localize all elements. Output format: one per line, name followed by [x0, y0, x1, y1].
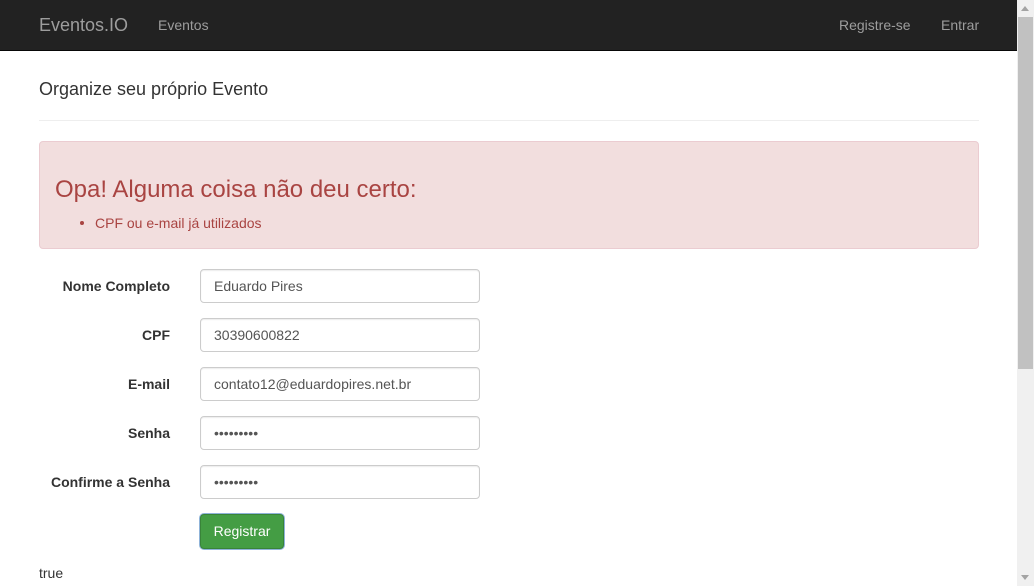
nav-link-entrar[interactable]: Entrar [941, 17, 979, 33]
nav-link-registre[interactable]: Registre-se [839, 17, 911, 33]
brand-link[interactable]: Eventos.IO [39, 15, 128, 35]
scroll-down-arrow-icon[interactable] [1017, 569, 1034, 586]
alert-error-list: CPF ou e-mail já utilizados [80, 215, 262, 231]
scroll-thumb[interactable] [1018, 17, 1033, 369]
nome-input-value: Eduardo Pires [214, 278, 303, 294]
scroll-up-arrow-icon[interactable] [1017, 0, 1034, 17]
navbar: Eventos.IO Eventos Registre-se Entrar [0, 0, 1017, 51]
email-label: E-mail [127, 376, 170, 392]
registrar-button[interactable]: Registrar [200, 514, 284, 549]
email-input[interactable]: contato12@eduardopires.net.br [200, 367, 480, 401]
nome-label: Nome Completo [62, 278, 170, 294]
cpf-input-value: 30390600822 [214, 327, 300, 343]
senha-input[interactable]: ••••••••• [200, 416, 480, 450]
alert-title: Opa! Alguma coisa não deu certo: [55, 176, 417, 203]
confirme-senha-label: Confirme a Senha [50, 474, 170, 490]
nav-link-eventos[interactable]: Eventos [158, 17, 209, 33]
status-text: true [39, 565, 64, 581]
email-input-value: contato12@eduardopires.net.br [214, 376, 412, 392]
alert-error-item: CPF ou e-mail já utilizados [80, 215, 262, 231]
page-title: Organize seu próprio Evento [39, 79, 269, 99]
confirme-senha-input-value: ••••••••• [214, 474, 259, 490]
error-alert: Opa! Alguma coisa não deu certo: CPF ou … [39, 141, 979, 249]
cpf-input[interactable]: 30390600822 [200, 318, 480, 352]
alert-error-text: CPF ou e-mail já utilizados [95, 215, 262, 231]
nome-input[interactable]: Eduardo Pires [200, 269, 480, 303]
senha-label: Senha [127, 425, 170, 441]
senha-input-value: ••••••••• [214, 425, 259, 441]
page: Eventos.IO Eventos Registre-se Entrar Or… [0, 0, 1034, 586]
divider [39, 120, 979, 121]
vertical-scrollbar[interactable] [1017, 0, 1034, 586]
cpf-label: CPF [142, 327, 170, 343]
bullet-icon [80, 221, 84, 225]
confirme-senha-input[interactable]: ••••••••• [200, 465, 480, 499]
